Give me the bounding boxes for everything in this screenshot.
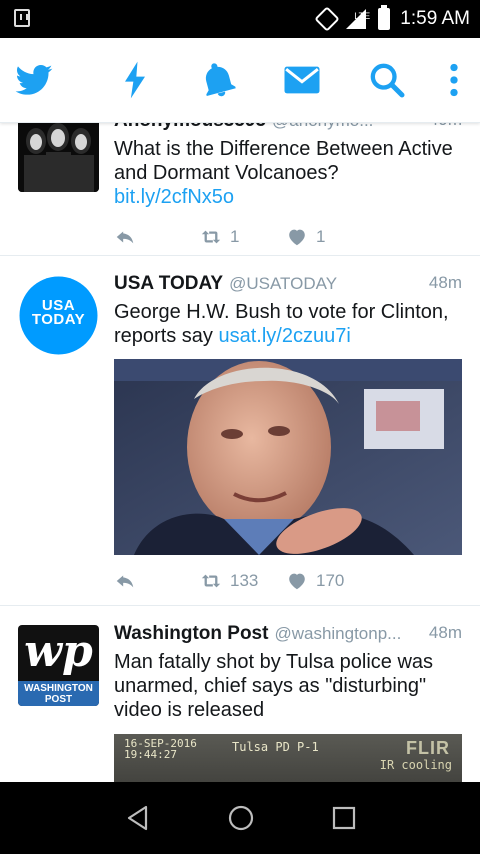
wp-logo-icon: wp [24,626,93,677]
status-bar: LTE 1:59 AM [0,0,480,38]
tweet-media-image[interactable] [114,359,462,555]
back-icon[interactable] [122,802,154,834]
retweet-count: 1 [230,227,240,246]
retweet-icon [201,230,221,244]
network-type-label: LTE [354,11,371,21]
battery-icon [378,5,391,30]
reply-button[interactable] [114,226,136,248]
timeline-feed[interactable]: Anonymous3595 @anonymo... 49m What is the… [0,122,480,782]
author-handle[interactable]: @washingtonp... [274,624,401,643]
android-nav-bar [0,782,480,854]
tweet-item[interactable]: USA TODAY USA TODAY @USATODAY 48m George … [0,255,480,606]
author-handle[interactable]: @USATODAY [229,274,337,293]
clock: 1:59 AM [400,8,470,29]
tweet-text-body: Man fatally shot by Tulsa police was una… [114,651,434,721]
author-name[interactable]: USA TODAY [114,273,223,294]
tweet-header: USA TODAY @USATODAY 48m [114,273,462,297]
tweet-actions: 1 1 [114,226,462,250]
heart-icon [289,229,305,246]
app-toolbar [0,38,480,123]
anonymous-masks-image [18,122,99,192]
heart-icon [289,573,305,590]
author-name[interactable]: Anonymous3595 [114,122,266,131]
screenshot-notification-icon [14,9,30,27]
bell-notifications-icon[interactable] [198,60,238,100]
tweet-item[interactable]: wp WASHINGTON POST Washington Post @washi… [0,605,480,782]
signal-icon: LTE [346,9,371,29]
media-overlay-mode: IR cooling [379,758,452,772]
tweet-link[interactable]: bit.ly/2cfNx5o [114,186,234,208]
tweet-time: 48m [422,273,462,293]
tweet-time: 49m [422,122,462,130]
tweet-text-body: What is the Difference Between Active an… [114,138,453,184]
more-vert-icon[interactable] [434,60,474,100]
like-count: 1 [316,227,326,246]
avatar-caption: WASHINGTON POST [18,681,99,706]
tweet-header: Washington Post @washingtonp... 48m [114,623,462,647]
search-icon[interactable] [367,60,407,100]
tweet-actions: 133 170 [114,570,462,594]
tweet-text: What is the Difference Between Active an… [114,137,462,209]
tweet-item[interactable]: Anonymous3595 @anonymo... 49m What is the… [0,122,480,256]
retweet-button[interactable]: 1 [200,226,239,248]
like-button[interactable]: 170 [286,570,344,592]
lightning-moments-icon[interactable] [115,60,155,100]
reply-icon [116,231,134,244]
media-overlay-unit: Tulsa PD P-1 [232,740,319,754]
avatar[interactable]: USA TODAY [18,275,99,356]
tweet-link[interactable]: usat.ly/2czuu7i [219,325,351,347]
retweet-button[interactable]: 133 [200,570,258,592]
author-handle[interactable]: @anonymo... [272,122,373,130]
like-button[interactable]: 1 [286,226,325,248]
recents-icon[interactable] [328,802,360,834]
avatar[interactable] [18,122,99,192]
tweet-media-image[interactable]: 16-SEP-2016 19:44:27 Tulsa PD P-1 FLIR I… [114,734,462,782]
reply-icon [116,575,134,588]
tweet-text: Man fatally shot by Tulsa police was una… [114,650,462,722]
photo-portrait [114,359,462,555]
retweet-icon [201,574,221,588]
twitter-bird-icon[interactable] [14,60,54,100]
vibrate-icon [314,6,341,32]
media-overlay-timestamp: 16-SEP-2016 19:44:27 [124,737,197,761]
flir-logo: FLIR [406,738,450,758]
envelope-messages-icon[interactable] [282,60,322,100]
home-icon[interactable] [225,802,257,834]
tweet-text: George H.W. Bush to vote for Clinton, re… [114,300,462,348]
tweet-header: Anonymous3595 @anonymo... 49m [114,122,462,134]
avatar-logo-text: USA TODAY [31,297,86,328]
author-name[interactable]: Washington Post [114,623,268,644]
avatar[interactable]: wp WASHINGTON POST [18,625,99,706]
reply-button[interactable] [114,570,136,592]
tweet-time: 48m [422,623,462,643]
like-count: 170 [316,571,345,590]
retweet-count: 133 [230,571,259,590]
